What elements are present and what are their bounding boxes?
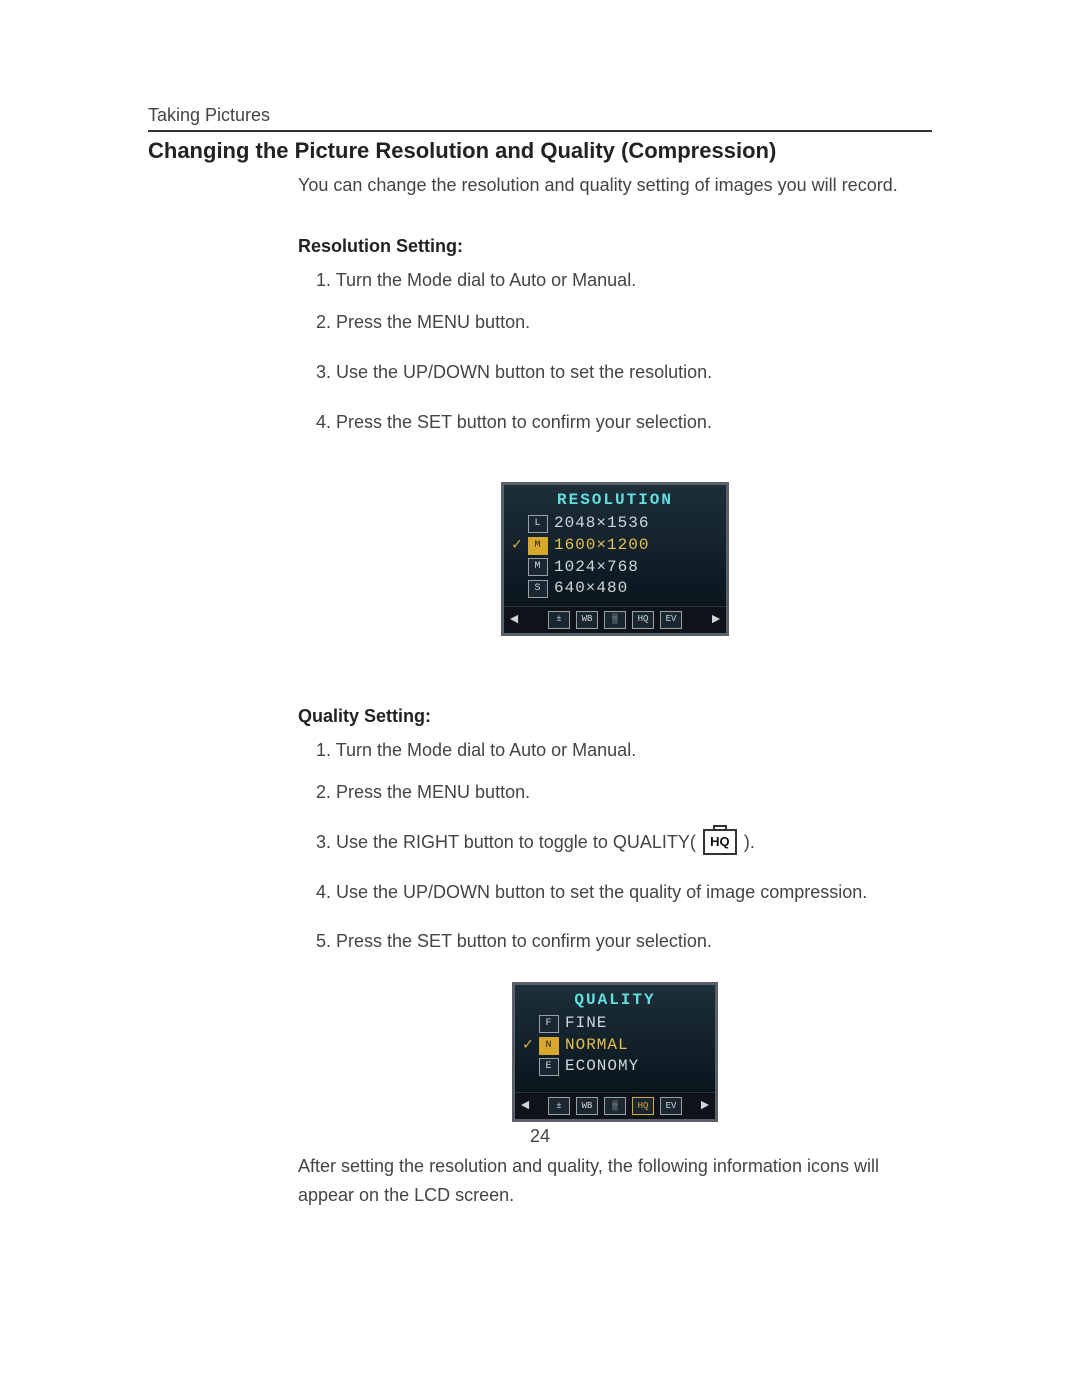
list-item: 2. Press the MENU button. <box>316 309 932 337</box>
menu-option: M 1024×768 <box>512 557 718 579</box>
list-item: 2. Press the MENU button. <box>316 779 932 807</box>
page-title: Changing the Picture Resolution and Qual… <box>148 138 932 164</box>
intro-text: You can change the resolution and qualit… <box>298 172 932 200</box>
option-value: 2048×1536 <box>554 513 649 535</box>
right-arrow-icon: ► <box>712 612 720 628</box>
after-text: After setting the resolution and quality… <box>298 1152 932 1210</box>
size-badge-icon: M <box>528 558 548 576</box>
quality-steps: 1. Turn the Mode dial to Auto or Manual.… <box>298 737 932 956</box>
manual-page: Taking Pictures Changing the Picture Res… <box>0 0 1080 1397</box>
toolbar-icons: ± WB ▒ HQ EV <box>548 611 682 629</box>
option-value: FINE <box>565 1013 607 1035</box>
quality-heading: Quality Setting: <box>298 706 932 727</box>
check-icon: ✓ <box>512 535 522 557</box>
size-badge-icon: L <box>528 515 548 533</box>
size-badge-icon: S <box>528 580 548 598</box>
exposure-icon: ± <box>548 611 570 629</box>
menu-option: ✓ M 1600×1200 <box>512 535 718 557</box>
pattern-icon: ▒ <box>604 611 626 629</box>
right-arrow-icon: ► <box>701 1098 709 1114</box>
option-value: ECONOMY <box>565 1056 639 1078</box>
wb-icon: WB <box>576 611 598 629</box>
option-value: 1600×1200 <box>554 535 649 557</box>
list-item: 1. Turn the Mode dial to Auto or Manual. <box>316 737 932 765</box>
option-value: NORMAL <box>565 1035 629 1057</box>
hq-camera-icon: HQ <box>703 829 737 855</box>
resolution-steps: 1. Turn the Mode dial to Auto or Manual.… <box>298 267 932 437</box>
page-number: 24 <box>0 1126 1080 1147</box>
step-text-suffix: ). <box>744 832 755 852</box>
quality-badge-icon: E <box>539 1058 559 1076</box>
list-item: 1. Turn the Mode dial to Auto or Manual. <box>316 267 932 295</box>
resolution-lcd-figure: RESOLUTION L 2048×1536 ✓ M 1600×1200 <box>298 482 932 635</box>
menu-option: ✓ N NORMAL <box>523 1035 707 1057</box>
breadcrumb: Taking Pictures <box>148 105 932 126</box>
content-area: Taking Pictures Changing the Picture Res… <box>0 0 1080 1210</box>
lcd-screen: RESOLUTION L 2048×1536 ✓ M 1600×1200 <box>501 482 729 635</box>
menu-title: QUALITY <box>523 991 707 1009</box>
toolbar-icons: ± WB ▒ HQ EV <box>548 1097 682 1115</box>
quality-badge-icon: F <box>539 1015 559 1033</box>
body-indent: You can change the resolution and qualit… <box>298 172 932 1210</box>
list-item: 5. Press the SET button to confirm your … <box>316 928 932 956</box>
step-text: 3. Use the RIGHT button to toggle to QUA… <box>316 832 696 852</box>
menu-option: E ECONOMY <box>523 1056 707 1078</box>
size-badge-icon: M <box>528 537 548 555</box>
resolution-heading: Resolution Setting: <box>298 236 932 257</box>
list-item: 4. Press the SET button to confirm your … <box>316 409 932 437</box>
menu-option: F FINE <box>523 1013 707 1035</box>
quality-badge-icon: N <box>539 1037 559 1055</box>
ev-icon: EV <box>660 1097 682 1115</box>
list-item: 3. Use the RIGHT button to toggle to QUA… <box>316 829 932 857</box>
pattern-icon: ▒ <box>604 1097 626 1115</box>
list-item: 3. Use the UP/DOWN button to set the res… <box>316 359 932 387</box>
menu-title: RESOLUTION <box>512 491 718 509</box>
quality-lcd-figure: QUALITY F FINE ✓ N NORMAL <box>298 982 932 1122</box>
option-value: 1024×768 <box>554 557 639 579</box>
exposure-icon: ± <box>548 1097 570 1115</box>
divider <box>148 130 932 132</box>
lcd-toolbar: ◄ ± WB ▒ HQ EV ► <box>515 1092 715 1119</box>
ev-icon: EV <box>660 611 682 629</box>
menu-option: S 640×480 <box>512 578 718 600</box>
list-item: 4. Use the UP/DOWN button to set the qua… <box>316 879 932 907</box>
check-icon: ✓ <box>523 1035 533 1057</box>
hq-icon: HQ <box>632 611 654 629</box>
hq-icon: HQ <box>632 1097 654 1115</box>
lcd-screen: QUALITY F FINE ✓ N NORMAL <box>512 982 718 1122</box>
wb-icon: WB <box>576 1097 598 1115</box>
left-arrow-icon: ◄ <box>521 1098 529 1114</box>
left-arrow-icon: ◄ <box>510 612 518 628</box>
lcd-toolbar: ◄ ± WB ▒ HQ EV ► <box>504 606 726 633</box>
option-value: 640×480 <box>554 578 628 600</box>
menu-option: L 2048×1536 <box>512 513 718 535</box>
